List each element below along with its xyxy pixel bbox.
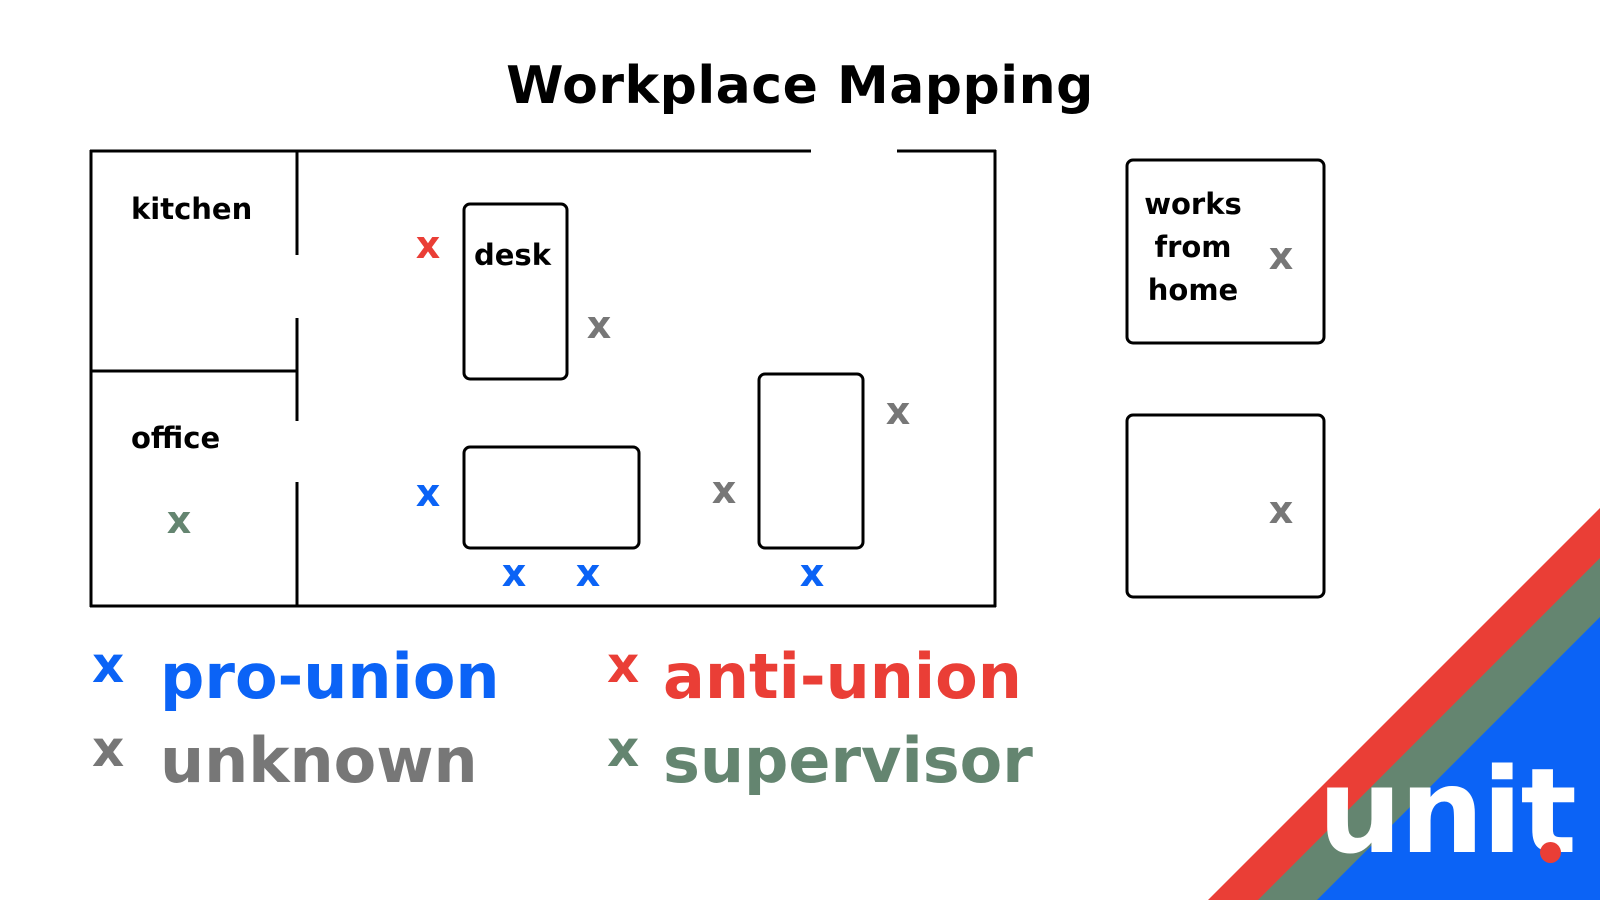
legend-marker-pro-union: x: [92, 636, 125, 694]
desk-1: [462, 202, 569, 381]
legend-label-unknown: unknown: [160, 724, 478, 797]
desk-3: [757, 372, 865, 550]
marker-pro-union: x: [415, 470, 441, 515]
room-label-office: office: [131, 421, 221, 455]
legend-label-anti-union: anti-union: [663, 640, 1022, 713]
marker-unknown-other-box: x: [1268, 487, 1294, 532]
marker-unknown-works-from-home: x: [1268, 233, 1294, 278]
marker-pro-union: x: [799, 550, 825, 595]
legend-label-pro-union: pro-union: [160, 640, 500, 713]
wfh-line-3: home: [1147, 273, 1239, 307]
legend-marker-supervisor: x: [607, 720, 640, 778]
legend-label-supervisor: supervisor: [663, 724, 1033, 797]
works-from-home-label: works from home: [1128, 183, 1258, 312]
marker-unknown: x: [586, 302, 612, 347]
desk-2: [462, 445, 641, 550]
wfh-line-1: works: [1144, 187, 1242, 221]
room-label-kitchen: kitchen: [131, 192, 253, 226]
marker-anti-union: x: [415, 222, 441, 267]
legend-marker-anti-union: x: [607, 636, 640, 694]
marker-unknown: x: [885, 388, 911, 433]
marker-pro-union: x: [501, 550, 527, 595]
unit-logo-dot: [1540, 842, 1561, 863]
legend-marker-unknown: x: [92, 720, 125, 778]
marker-pro-union: x: [575, 550, 601, 595]
desk-label: desk: [474, 238, 551, 272]
wfh-line-2: from: [1154, 230, 1232, 264]
page-title: Workplace Mapping: [506, 56, 1094, 116]
marker-unknown: x: [711, 467, 737, 512]
marker-supervisor: x: [166, 497, 192, 542]
unit-logo: unit: [1318, 742, 1577, 880]
